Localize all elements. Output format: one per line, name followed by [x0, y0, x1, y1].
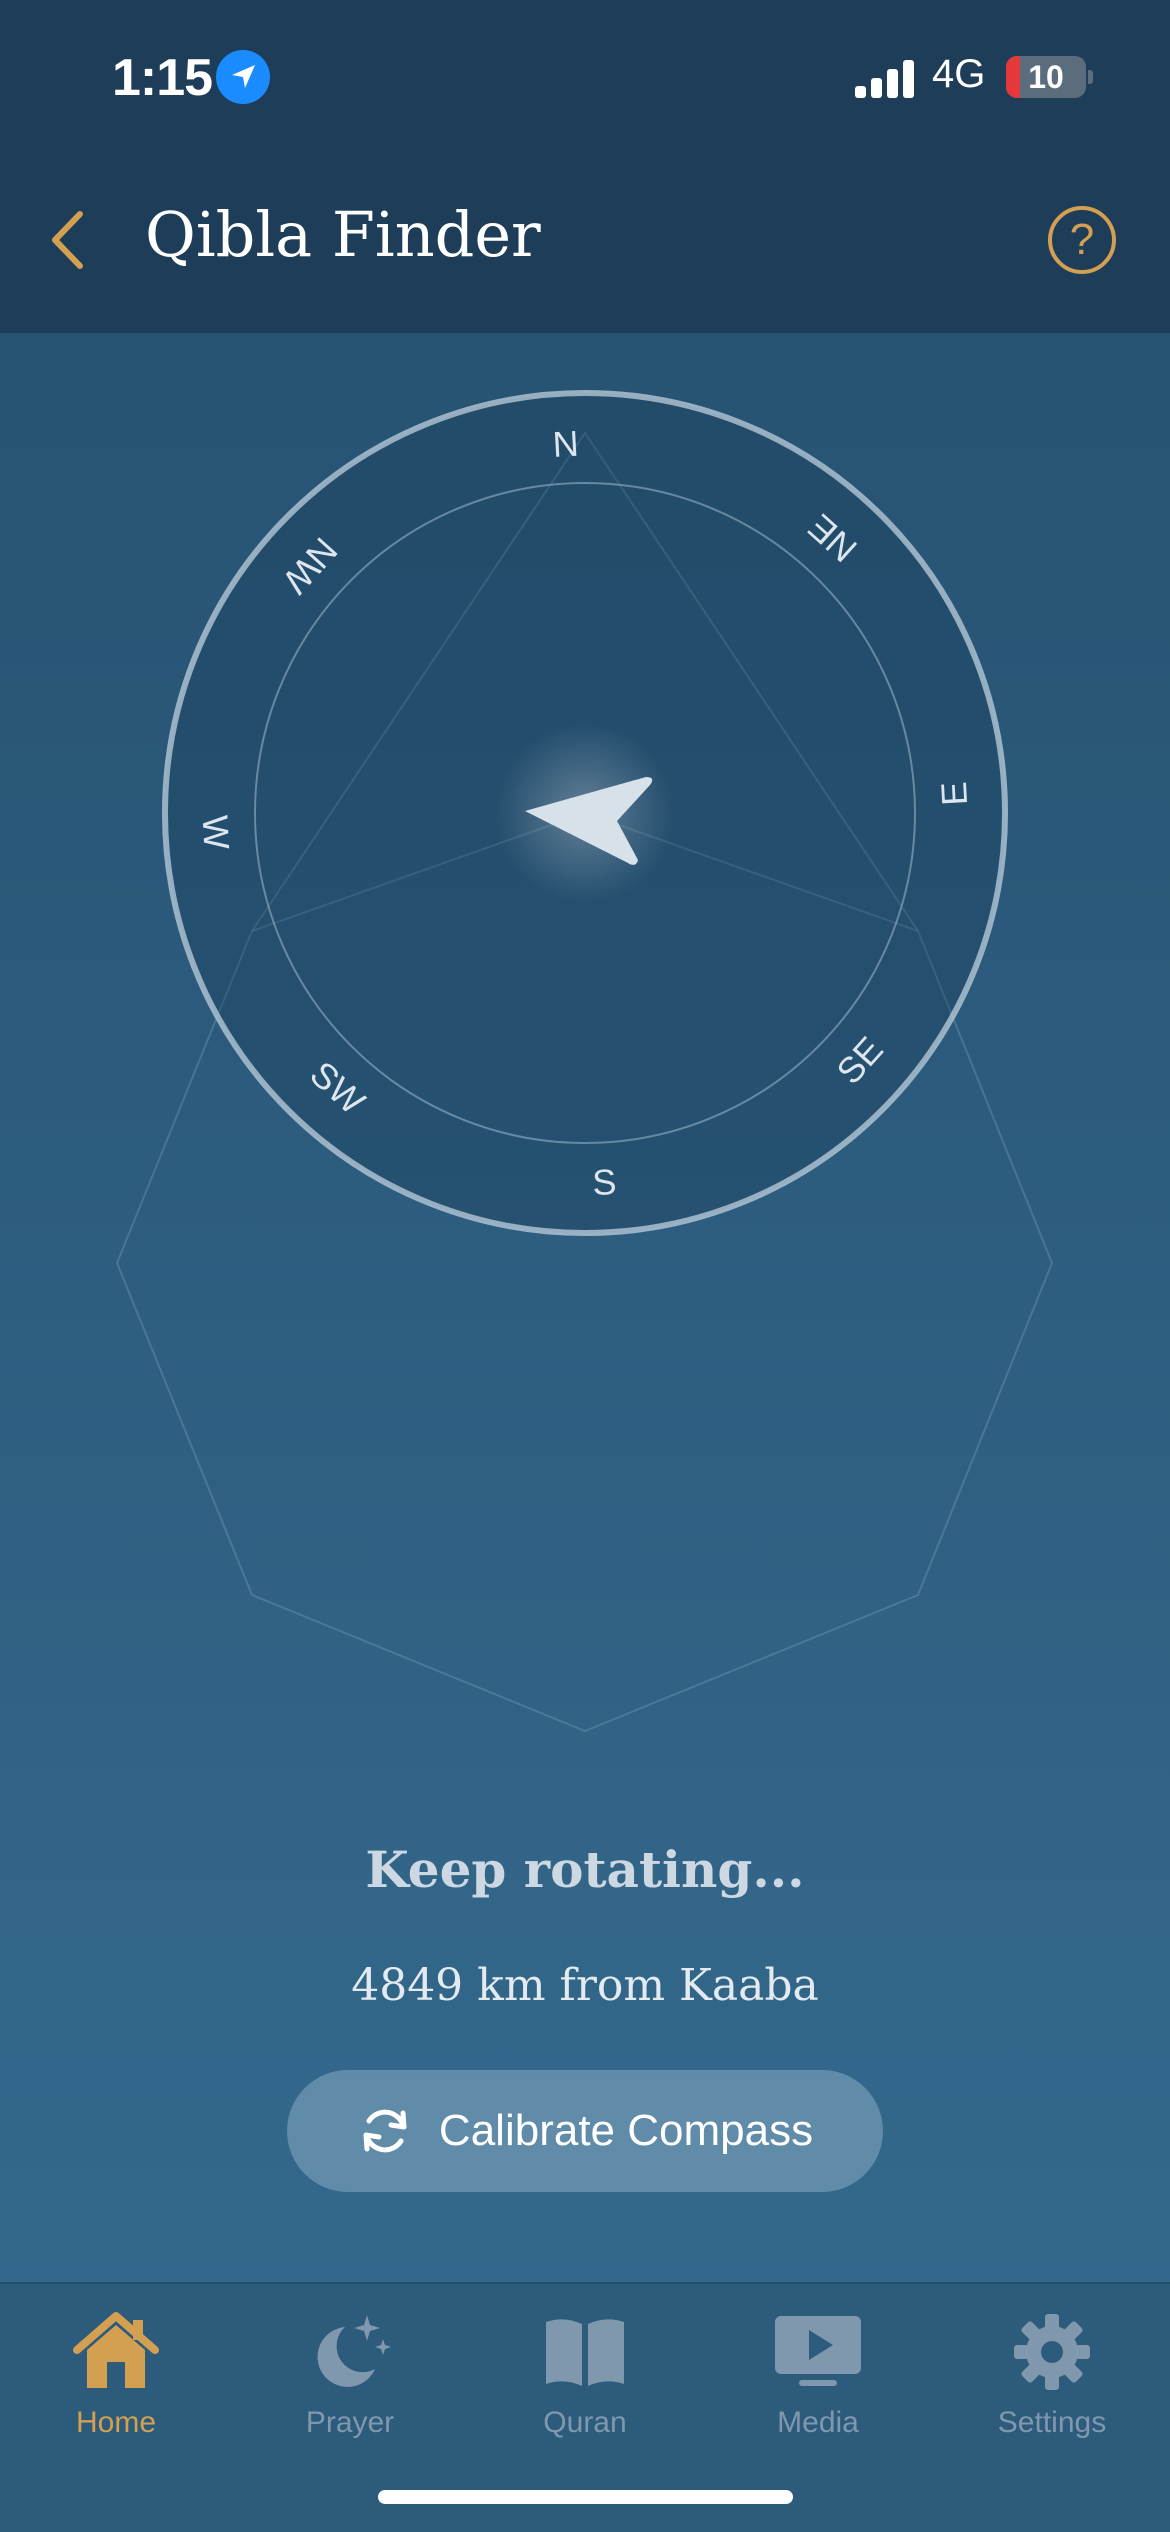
play-screen-icon — [775, 2316, 861, 2386]
battery-icon: 10 — [1006, 56, 1086, 98]
header-area: 1:15 4G 10 Qibla Finder ? — [0, 0, 1170, 333]
tab-quran[interactable]: Quran — [485, 2304, 685, 2454]
status-time: 1:15 — [112, 49, 213, 107]
calibrate-compass-button[interactable]: Calibrate Compass — [287, 2070, 883, 2192]
tab-settings[interactable]: Settings — [952, 2304, 1152, 2454]
refresh-icon — [363, 2109, 407, 2153]
navigation-bar: Qibla Finder ? — [0, 150, 1170, 333]
cellular-signal-icon — [855, 58, 915, 98]
distance-from-kaaba: 4849 km from Kaaba — [351, 1960, 819, 2011]
tab-home[interactable]: Home — [16, 2304, 216, 2454]
tab-label: Home — [75, 2406, 157, 2439]
book-icon — [546, 2319, 624, 2386]
tab-label: Media — [777, 2406, 859, 2439]
tab-label: Settings — [997, 2406, 1107, 2439]
tab-media[interactable]: Media — [718, 2304, 918, 2454]
page-title: Qibla Finder — [145, 198, 541, 271]
compass-label-n: N — [552, 423, 580, 465]
battery-cap — [1088, 70, 1093, 84]
home-indicator[interactable] — [378, 2490, 793, 2504]
gear-icon — [1014, 2314, 1090, 2390]
compass-label-s: S — [591, 1161, 617, 1203]
calibrate-label: Calibrate Compass — [438, 2106, 814, 2155]
compass-area: N NE E SE S SW W NW — [0, 333, 1170, 1783]
network-type: 4G — [932, 52, 986, 96]
location-arrow-icon — [216, 50, 270, 104]
rotation-status: Keep rotating... — [365, 1840, 805, 1899]
back-button[interactable] — [40, 200, 100, 280]
battery-level: 10 — [1028, 59, 1064, 95]
tab-label: Prayer — [305, 2406, 395, 2439]
chevron-left-icon — [52, 211, 83, 269]
compass-dial: NNEESESSWWNW — [115, 390, 1054, 1733]
compass-label-w: W — [195, 814, 238, 850]
tab-label: Quran — [543, 2406, 627, 2439]
compass-label-e: E — [933, 781, 975, 807]
help-button[interactable]: ? — [1048, 206, 1116, 274]
home-icon — [73, 2312, 159, 2388]
tab-prayer[interactable]: Prayer — [250, 2304, 450, 2454]
moon-star-icon — [317, 2315, 391, 2387]
status-bar: 1:15 4G 10 — [0, 0, 1170, 150]
question-circle-icon: ? — [1069, 215, 1095, 264]
